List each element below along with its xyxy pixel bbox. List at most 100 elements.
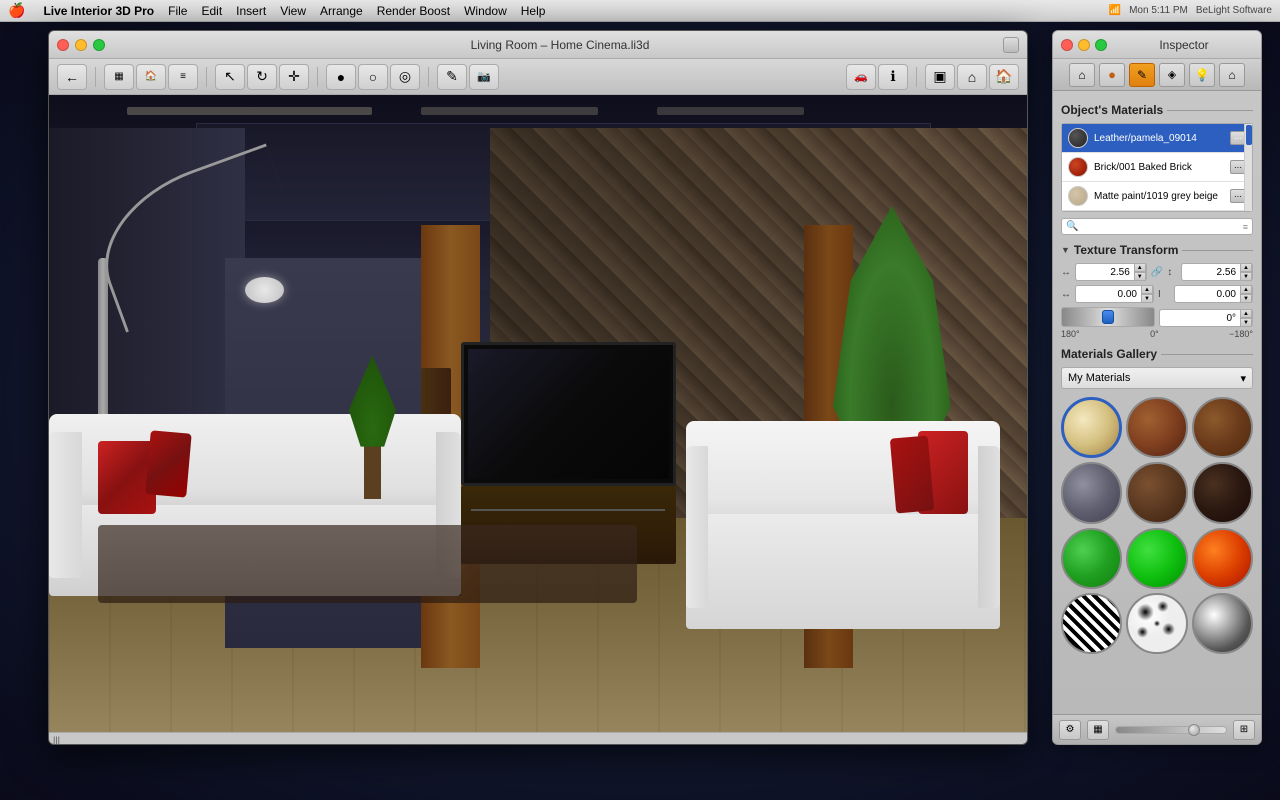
frame-button[interactable]: ▣ — [925, 64, 955, 90]
floorplan-button[interactable]: ▦ — [104, 64, 134, 90]
offsety-field[interactable]: ▲ ▼ — [1174, 285, 1253, 303]
circle-tool[interactable]: ○ — [358, 64, 388, 90]
inspector-minimize[interactable] — [1078, 39, 1090, 51]
gallery-item-zebra[interactable] — [1061, 593, 1122, 654]
gallery-item-wood-light[interactable] — [1126, 397, 1187, 458]
gallery-item-cream[interactable] — [1061, 397, 1122, 458]
width-down[interactable]: ▼ — [1134, 272, 1146, 281]
offsety-up[interactable]: ▲ — [1240, 285, 1252, 294]
inspector-house-btn[interactable]: ⌂ — [1069, 63, 1095, 87]
3d-viewport[interactable]: ||| — [49, 95, 1028, 745]
apple-menu[interactable]: 🍎 — [8, 2, 25, 19]
close-button[interactable] — [57, 39, 69, 51]
rotation-value-field[interactable]: ▲ ▼ — [1159, 309, 1253, 327]
maximize-button[interactable] — [93, 39, 105, 51]
offsety-down[interactable]: ▼ — [1240, 294, 1252, 303]
offsety-input[interactable] — [1175, 289, 1240, 300]
height-field[interactable]: ▲ ▼ — [1181, 263, 1253, 281]
orbit-button[interactable]: ↻ — [247, 64, 277, 90]
object-library-button[interactable]: 🚗 — [846, 64, 876, 90]
inspector-object-btn[interactable]: ⌂ — [1219, 63, 1245, 87]
gallery-size-thumb[interactable] — [1188, 724, 1200, 736]
3d-button[interactable]: ≡ — [168, 64, 198, 90]
gallery-item-dark-brown[interactable] — [1192, 462, 1253, 523]
height-stepper[interactable]: ▲ ▼ — [1240, 263, 1252, 281]
height-input[interactable] — [1182, 267, 1240, 278]
material-item-leather[interactable]: Leather/pamela_09014 ⋯ — [1062, 124, 1252, 153]
gallery-item-spots[interactable] — [1126, 593, 1187, 654]
camera-button[interactable]: 📷 — [469, 64, 499, 90]
offsetx-down[interactable]: ▼ — [1141, 294, 1153, 303]
gallery-item-brown[interactable] — [1126, 462, 1187, 523]
window-zoom-button[interactable] — [1003, 37, 1019, 53]
grid-icon: ▦ — [1093, 724, 1102, 735]
rotation-input[interactable] — [1160, 313, 1240, 324]
menu-window[interactable]: Window — [464, 4, 507, 18]
offsety-stepper[interactable]: ▲ ▼ — [1240, 285, 1252, 303]
height-down[interactable]: ▼ — [1240, 272, 1252, 281]
torus-tool[interactable]: ◎ — [390, 64, 420, 90]
inspector-texture-btn[interactable]: ◈ — [1159, 63, 1185, 87]
width-input[interactable] — [1076, 267, 1134, 278]
menu-edit[interactable]: Edit — [201, 4, 222, 18]
gallery-item-stone[interactable] — [1061, 462, 1122, 523]
render-button[interactable]: 🏠 — [136, 64, 166, 90]
width-up[interactable]: ▲ — [1134, 263, 1146, 272]
menu-arrange[interactable]: Arrange — [320, 4, 363, 18]
inspector-close[interactable] — [1061, 39, 1073, 51]
material-item-brick[interactable]: Brick/001 Baked Brick ⋯ — [1062, 153, 1252, 182]
back-button[interactable]: ← — [57, 64, 87, 90]
gallery-item-green-dark[interactable] — [1126, 528, 1187, 589]
minimize-button[interactable] — [75, 39, 87, 51]
gallery-item-wood-dark[interactable] — [1192, 397, 1253, 458]
width-stepper[interactable]: ▲ ▼ — [1134, 263, 1146, 281]
offsetx-input[interactable] — [1076, 289, 1141, 300]
offsetx-stepper[interactable]: ▲ ▼ — [1141, 285, 1153, 303]
gallery-dropdown[interactable]: My Materials ▾ — [1061, 367, 1253, 389]
inspector-paint-btn[interactable]: ✎ — [1129, 63, 1155, 87]
inspector-grid-btn[interactable]: ▦ — [1087, 720, 1109, 740]
menu-file[interactable]: File — [168, 4, 187, 18]
inspector-expand-btn[interactable]: ⊞ — [1233, 720, 1255, 740]
select-button[interactable]: ↖ — [215, 64, 245, 90]
list-options-icon[interactable]: ≡ — [1243, 222, 1248, 232]
offsetx-field[interactable]: ▲ ▼ — [1075, 285, 1154, 303]
inspector-maximize[interactable] — [1095, 39, 1107, 51]
height-up[interactable]: ▲ — [1240, 263, 1252, 272]
gallery-item-chrome[interactable] — [1192, 593, 1253, 654]
material-item-paint[interactable]: Matte paint/1019 grey beige ⋯ — [1062, 182, 1252, 211]
link-icon[interactable]: 🔗 — [1151, 267, 1163, 278]
offsetx-up[interactable]: ▲ — [1141, 285, 1153, 294]
menu-help[interactable]: Help — [521, 4, 546, 18]
gallery-size-slider[interactable] — [1115, 726, 1227, 734]
rotation-stepper[interactable]: ▲ ▼ — [1240, 309, 1252, 327]
gallery-item-fire[interactable] — [1192, 528, 1253, 589]
home-button[interactable]: ⌂ — [957, 64, 987, 90]
inspector-light-btn[interactable]: 💡 — [1189, 63, 1215, 87]
rotation-up[interactable]: ▲ — [1240, 309, 1252, 318]
draw-button[interactable]: ✎ — [437, 64, 467, 90]
inspector-settings-btn[interactable]: ⚙ — [1059, 720, 1081, 740]
info-button[interactable]: ℹ — [878, 64, 908, 90]
eyedropper-icon[interactable]: 🔍 — [1066, 221, 1078, 232]
gallery-item-green-light[interactable] — [1061, 528, 1122, 589]
rotation-row: ▲ ▼ — [1061, 307, 1253, 329]
sphere-tool[interactable]: ● — [326, 64, 356, 90]
rotation-slider[interactable] — [1061, 307, 1155, 327]
pan-button[interactable]: ✛ — [279, 64, 309, 90]
view3d-button[interactable]: 🏠 — [989, 64, 1019, 90]
materials-scrollbar[interactable] — [1244, 124, 1252, 211]
menubar: 🍎 Live Interior 3D Pro File Edit Insert … — [0, 0, 1280, 22]
width-field[interactable]: ▲ ▼ — [1075, 263, 1147, 281]
collapse-arrow[interactable]: ▼ — [1061, 245, 1070, 255]
menu-view[interactable]: View — [280, 4, 306, 18]
rotation-down[interactable]: ▼ — [1240, 318, 1252, 327]
material-thumb-paint — [1068, 186, 1088, 206]
tv — [461, 342, 677, 485]
menu-insert[interactable]: Insert — [236, 4, 266, 18]
app-name[interactable]: Live Interior 3D Pro — [43, 4, 154, 18]
viewport-scrollbar[interactable]: ||| — [49, 732, 1028, 745]
menu-render-boost[interactable]: Render Boost — [377, 4, 450, 18]
rotation-thumb[interactable] — [1102, 310, 1114, 324]
inspector-sphere-btn[interactable]: ● — [1099, 63, 1125, 87]
